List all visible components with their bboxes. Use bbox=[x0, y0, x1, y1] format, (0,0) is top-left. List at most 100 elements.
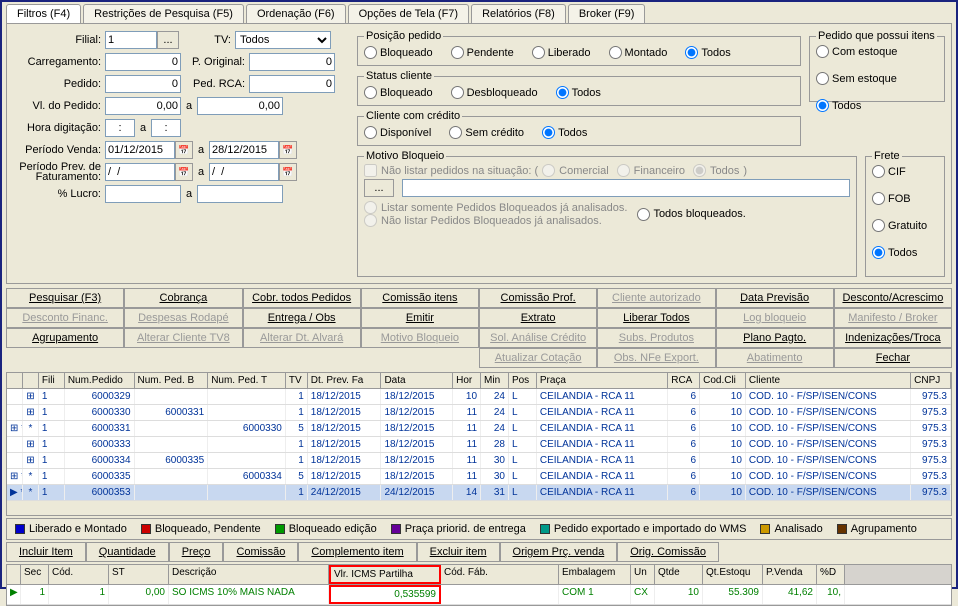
frete-option[interactable]: Todos bbox=[872, 246, 938, 259]
column-header[interactable] bbox=[23, 373, 39, 388]
column-header[interactable]: Descrição bbox=[169, 565, 329, 584]
column-header[interactable]: Hor bbox=[453, 373, 481, 388]
column-header[interactable] bbox=[7, 565, 21, 584]
hora-to-input[interactable] bbox=[151, 119, 181, 137]
column-header[interactable]: Fili bbox=[39, 373, 65, 388]
periodo-to-input[interactable] bbox=[209, 141, 279, 159]
item-button[interactable]: Complemento item bbox=[298, 542, 416, 562]
table-row[interactable]: ▶110,00SO ICMS 10% MAIS NADA0,535599COM … bbox=[7, 585, 951, 605]
column-header[interactable]: Sec bbox=[21, 565, 49, 584]
action-button[interactable]: Indenizações/Troca bbox=[834, 328, 952, 348]
action-button[interactable]: Pesquisar (F3) bbox=[6, 288, 124, 308]
item-button[interactable]: Incluir Item bbox=[6, 542, 86, 562]
expand-icon[interactable]: * bbox=[23, 421, 39, 436]
action-button[interactable]: Cobrança bbox=[124, 288, 242, 308]
action-button[interactable]: Cobr. todos Pedidos bbox=[243, 288, 361, 308]
tv-select[interactable]: Todos bbox=[235, 31, 331, 49]
column-header[interactable]: Cód. bbox=[49, 565, 109, 584]
item-button[interactable]: Comissão bbox=[223, 542, 298, 562]
tab-broker[interactable]: Broker (F9) bbox=[568, 4, 646, 23]
column-header[interactable]: TV bbox=[286, 373, 308, 388]
action-button[interactable]: Desconto/Acrescimo bbox=[834, 288, 952, 308]
credito-option[interactable]: Sem crédito bbox=[449, 126, 524, 139]
prevfat-to-input[interactable] bbox=[209, 163, 279, 181]
column-header[interactable]: CNPJ bbox=[911, 373, 951, 388]
item-button[interactable]: Origem Prç. venda bbox=[500, 542, 618, 562]
tab-relatorios[interactable]: Relatórios (F8) bbox=[471, 4, 566, 23]
column-header[interactable]: Cliente bbox=[746, 373, 911, 388]
column-header[interactable] bbox=[7, 373, 23, 388]
calendar-icon[interactable]: 📅 bbox=[279, 163, 297, 181]
column-header[interactable]: Qt.Estoqu bbox=[703, 565, 763, 584]
action-button[interactable]: Entrega / Obs bbox=[243, 308, 361, 328]
column-header[interactable]: %D bbox=[817, 565, 845, 584]
column-header[interactable]: Num. Ped. T bbox=[208, 373, 286, 388]
tab-ordenacao[interactable]: Ordenação (F6) bbox=[246, 4, 346, 23]
motivo-lookup-button[interactable]: ... bbox=[364, 179, 394, 197]
posicao-option[interactable]: Liberado bbox=[532, 46, 591, 59]
column-header[interactable]: Embalagem bbox=[559, 565, 631, 584]
action-button[interactable]: Comissão Prof. bbox=[479, 288, 597, 308]
expand-icon[interactable]: * bbox=[23, 469, 39, 484]
calendar-icon[interactable]: 📅 bbox=[175, 163, 193, 181]
tab-filtros[interactable]: Filtros (F4) bbox=[6, 4, 81, 23]
lucro-from-input[interactable] bbox=[105, 185, 181, 203]
table-row[interactable]: ▶ **16000353124/12/201524/12/20151431LCE… bbox=[7, 485, 951, 501]
filial-input[interactable] bbox=[105, 31, 157, 49]
vlpedido-to-input[interactable] bbox=[197, 97, 283, 115]
pedpossui-option[interactable]: Com estoque bbox=[816, 45, 938, 58]
table-row[interactable]: ⊞16000333118/12/201518/12/20151128LCEILA… bbox=[7, 437, 951, 453]
lucro-to-input[interactable] bbox=[197, 185, 283, 203]
prevfat-from-input[interactable] bbox=[105, 163, 175, 181]
frete-option[interactable]: Gratuito bbox=[872, 219, 938, 232]
column-header[interactable]: Num.Pedido bbox=[65, 373, 135, 388]
poriginal-input[interactable] bbox=[249, 53, 335, 71]
tab-restricoes[interactable]: Restrições de Pesquisa (F5) bbox=[83, 4, 244, 23]
status-option[interactable]: Bloqueado bbox=[364, 86, 433, 99]
pedpossui-option[interactable]: Todos bbox=[816, 99, 938, 112]
hora-from-input[interactable] bbox=[105, 119, 135, 137]
table-row[interactable]: ⊞ **160003316000330518/12/201518/12/2015… bbox=[7, 421, 951, 437]
posicao-option[interactable]: Pendente bbox=[451, 46, 514, 59]
frete-option[interactable]: FOB bbox=[872, 192, 938, 205]
item-button[interactable]: Orig. Comissão bbox=[617, 542, 719, 562]
posicao-option[interactable]: Montado bbox=[609, 46, 668, 59]
column-header[interactable]: Data bbox=[381, 373, 453, 388]
table-row[interactable]: ⊞160003346000335118/12/201518/12/2015113… bbox=[7, 453, 951, 469]
table-row[interactable]: ⊞ **160003356000334518/12/201518/12/2015… bbox=[7, 469, 951, 485]
action-button[interactable]: Extrato bbox=[479, 308, 597, 328]
expand-icon[interactable]: ⊞ bbox=[23, 453, 39, 468]
posicao-option[interactable]: Bloqueado bbox=[364, 46, 433, 59]
orders-grid[interactable]: FiliNum.PedidoNum. Ped. BNum. Ped. TTVDt… bbox=[6, 372, 952, 516]
column-header[interactable]: P.Venda bbox=[763, 565, 817, 584]
status-option[interactable]: Todos bbox=[556, 86, 601, 99]
action-button[interactable]: Plano Pagto. bbox=[716, 328, 834, 348]
filial-lookup-button[interactable]: ... bbox=[157, 31, 179, 49]
column-header[interactable]: Min bbox=[481, 373, 509, 388]
periodo-from-input[interactable] bbox=[105, 141, 175, 159]
calendar-icon[interactable]: 📅 bbox=[175, 141, 193, 159]
credito-option[interactable]: Todos bbox=[542, 126, 587, 139]
frete-option[interactable]: CIF bbox=[872, 165, 938, 178]
action-button[interactable]: Emitir bbox=[361, 308, 479, 328]
pedido-input[interactable] bbox=[105, 75, 181, 93]
expand-icon[interactable]: ⊞ bbox=[23, 405, 39, 420]
motivo-input[interactable] bbox=[402, 179, 850, 197]
expand-icon[interactable]: * bbox=[23, 485, 39, 500]
action-button[interactable]: Liberar Todos bbox=[597, 308, 715, 328]
tab-opcoes[interactable]: Opções de Tela (F7) bbox=[348, 4, 469, 23]
column-header[interactable]: Vlr. ICMS Partilha bbox=[329, 565, 441, 584]
table-row[interactable]: ⊞16000329118/12/201518/12/20151024LCEILA… bbox=[7, 389, 951, 405]
column-header[interactable]: Qtde bbox=[655, 565, 703, 584]
column-header[interactable]: Un bbox=[631, 565, 655, 584]
todos-bloqueados-radio[interactable] bbox=[637, 208, 650, 221]
column-header[interactable]: Praça bbox=[537, 373, 668, 388]
table-row[interactable]: ⊞160003306000331118/12/201518/12/2015112… bbox=[7, 405, 951, 421]
column-header[interactable]: Num. Ped. B bbox=[135, 373, 209, 388]
item-button[interactable]: Quantidade bbox=[86, 542, 169, 562]
credito-option[interactable]: Disponível bbox=[364, 126, 431, 139]
expand-icon[interactable]: ⊞ bbox=[23, 437, 39, 452]
action-button[interactable]: Comissão itens bbox=[361, 288, 479, 308]
items-grid[interactable]: SecCód.STDescriçãoVlr. ICMS PartilhaCód.… bbox=[6, 564, 952, 606]
pedpossui-option[interactable]: Sem estoque bbox=[816, 72, 938, 85]
